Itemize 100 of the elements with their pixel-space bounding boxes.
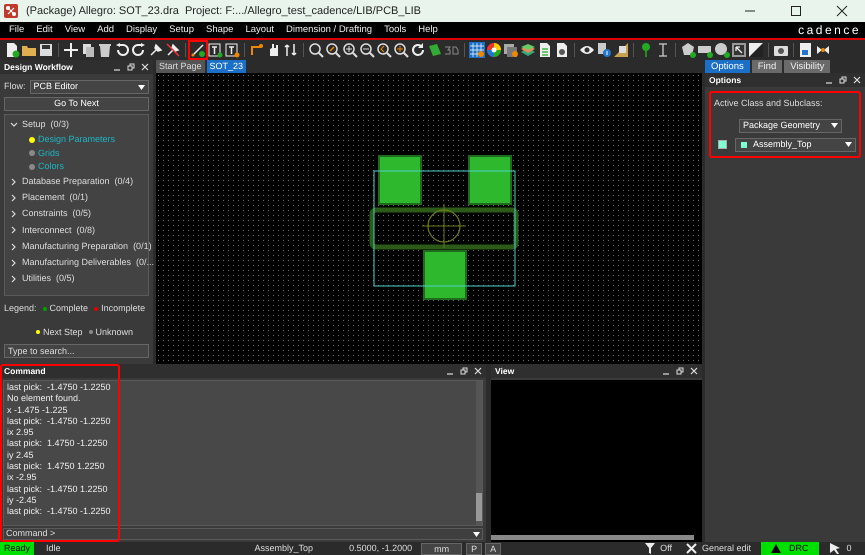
go-to-next-button[interactable]: Go To Next (4, 97, 149, 111)
add-shape-button[interactable] (680, 42, 696, 58)
float-window-icon[interactable] (839, 76, 847, 84)
console-line: last pick: -1.4750 1.2250 (7, 484, 109, 495)
menu-item[interactable]: Dimension / Drafting (280, 22, 378, 38)
flow-dropdown[interactable]: PCB Editor (30, 80, 149, 94)
zoom-window-button[interactable] (325, 42, 341, 58)
zoom-fit-button[interactable] (308, 42, 324, 58)
zoom-previous-icon (376, 42, 392, 58)
color-wheel-icon (486, 42, 502, 58)
connect-button[interactable] (249, 42, 265, 58)
class-dropdown[interactable]: Package Geometry (739, 118, 842, 132)
subclass-dropdown[interactable]: Assembly_Top (735, 138, 856, 152)
select-area-button[interactable] (731, 42, 747, 58)
tree-item[interactable]: Interconnect (0/8) (22, 224, 96, 238)
new-file-button[interactable] (4, 42, 20, 58)
info-button[interactable] (596, 42, 612, 58)
tree-item[interactable]: Manufacturing Preparation (0/1) (22, 240, 152, 254)
unpin-button[interactable] (165, 42, 181, 58)
info-icon (596, 42, 612, 58)
command-input[interactable]: Command > (3, 528, 483, 540)
document-tab[interactable]: Start Page (156, 60, 205, 73)
expand-caret-icon[interactable] (10, 226, 18, 234)
tree-item[interactable]: Manufacturing Deliverables (0/... (22, 256, 154, 270)
menu-item[interactable]: Edit (30, 22, 59, 38)
window-title: (Package) Allegro: SOT_23.dra Project: F:.../Allegro_test_cadence/LIB/PCB_LIB (26, 4, 421, 19)
menu-item[interactable]: Setup (163, 22, 200, 38)
grid-button[interactable] (469, 42, 485, 58)
tree-item[interactable]: Utilities (0/5) (22, 272, 75, 286)
zoom-out-button[interactable] (359, 42, 375, 58)
color-wheel-button[interactable] (486, 42, 502, 58)
refresh-button[interactable] (410, 42, 426, 58)
menu-item[interactable]: Layout (239, 22, 280, 38)
close-icon[interactable] (835, 5, 849, 17)
status-coordinates: 0.5000, -1.2000 (349, 542, 412, 555)
menu-item[interactable]: Help (412, 22, 444, 38)
redo-icon (131, 42, 147, 58)
console-line: last pick: 1.4750 -1.2250 (7, 438, 109, 450)
search-field[interactable]: Type to search... (4, 344, 149, 358)
expand-caret-icon[interactable] (10, 274, 18, 283)
redo-button[interactable] (131, 42, 147, 58)
add-text-button[interactable] (207, 42, 223, 58)
maximize-icon[interactable] (789, 5, 803, 17)
menu-item[interactable]: File (3, 22, 30, 38)
panel-tab[interactable]: Find (752, 60, 782, 73)
tree-link[interactable]: Grids (38, 146, 60, 160)
menu-item[interactable]: Tools (378, 22, 412, 38)
swap-icon (283, 42, 299, 58)
float-window-icon[interactable] (460, 367, 468, 375)
spreadsheet-icon (537, 42, 553, 58)
save-button[interactable] (38, 42, 54, 58)
tree-link[interactable]: Colors (38, 160, 64, 174)
add-line-button[interactable] (190, 42, 206, 58)
menu-item[interactable]: Shape (200, 22, 240, 38)
zoom-in-button[interactable] (342, 42, 358, 58)
collapse-caret-icon[interactable] (10, 121, 18, 130)
p-toggle-button[interactable]: P (466, 542, 482, 554)
float-window-icon[interactable] (127, 63, 135, 71)
flow-label: Flow: (4, 80, 26, 94)
scrollbar-thumb[interactable] (491, 535, 694, 540)
spreadsheet-button[interactable] (537, 42, 553, 58)
delete-button[interactable] (97, 42, 113, 58)
edit-text-button[interactable] (224, 42, 240, 58)
fill-button[interactable] (748, 42, 764, 58)
pin-button[interactable] (148, 42, 164, 58)
drc-status[interactable]: DRC (761, 542, 819, 555)
edit-mode: General edit (702, 542, 752, 555)
expand-caret-icon[interactable] (10, 242, 18, 251)
refresh-icon (410, 42, 426, 58)
windows-icon (503, 42, 519, 58)
a-toggle-button[interactable]: A (485, 542, 502, 554)
panel-tab[interactable]: Options (705, 60, 750, 73)
console-line: ix -2.95 (7, 472, 38, 484)
scrollbar-thumb[interactable] (476, 493, 482, 521)
layers-button[interactable] (520, 42, 536, 58)
menu-item[interactable]: Add (91, 22, 120, 38)
zoom-previous-button[interactable] (376, 42, 392, 58)
copy-button[interactable] (80, 42, 96, 58)
tree-item[interactable]: Setup (0/3) (22, 118, 70, 132)
menu-item[interactable]: View (58, 22, 92, 38)
console-line: last pick: -1.4750 -1.2250 (7, 506, 112, 518)
color-swatch[interactable] (718, 140, 727, 149)
expand-caret-icon[interactable] (10, 194, 18, 202)
float-window-icon[interactable] (676, 367, 684, 375)
tree-item[interactable]: Constraints (0/5) (22, 207, 92, 221)
zoom-center-button[interactable] (393, 42, 409, 58)
panel-tab[interactable]: Visibility (784, 60, 830, 73)
windows-button[interactable] (503, 42, 519, 58)
swap-button[interactable] (283, 42, 299, 58)
menu-item[interactable]: Display (120, 22, 164, 38)
add-circle-button[interactable] (714, 42, 730, 58)
expand-caret-icon[interactable] (10, 258, 18, 267)
expand-caret-icon[interactable] (10, 178, 18, 186)
document-tab[interactable]: SOT_23 (206, 60, 246, 73)
move-button[interactable] (63, 42, 79, 58)
tree-item[interactable]: Database Preparation (0/4) (22, 175, 134, 189)
tree-item[interactable]: Placement (0/1) (22, 191, 88, 205)
tree-link[interactable]: Design Parameters (38, 133, 116, 147)
undo-button[interactable] (114, 42, 130, 58)
expand-caret-icon[interactable] (10, 210, 18, 218)
